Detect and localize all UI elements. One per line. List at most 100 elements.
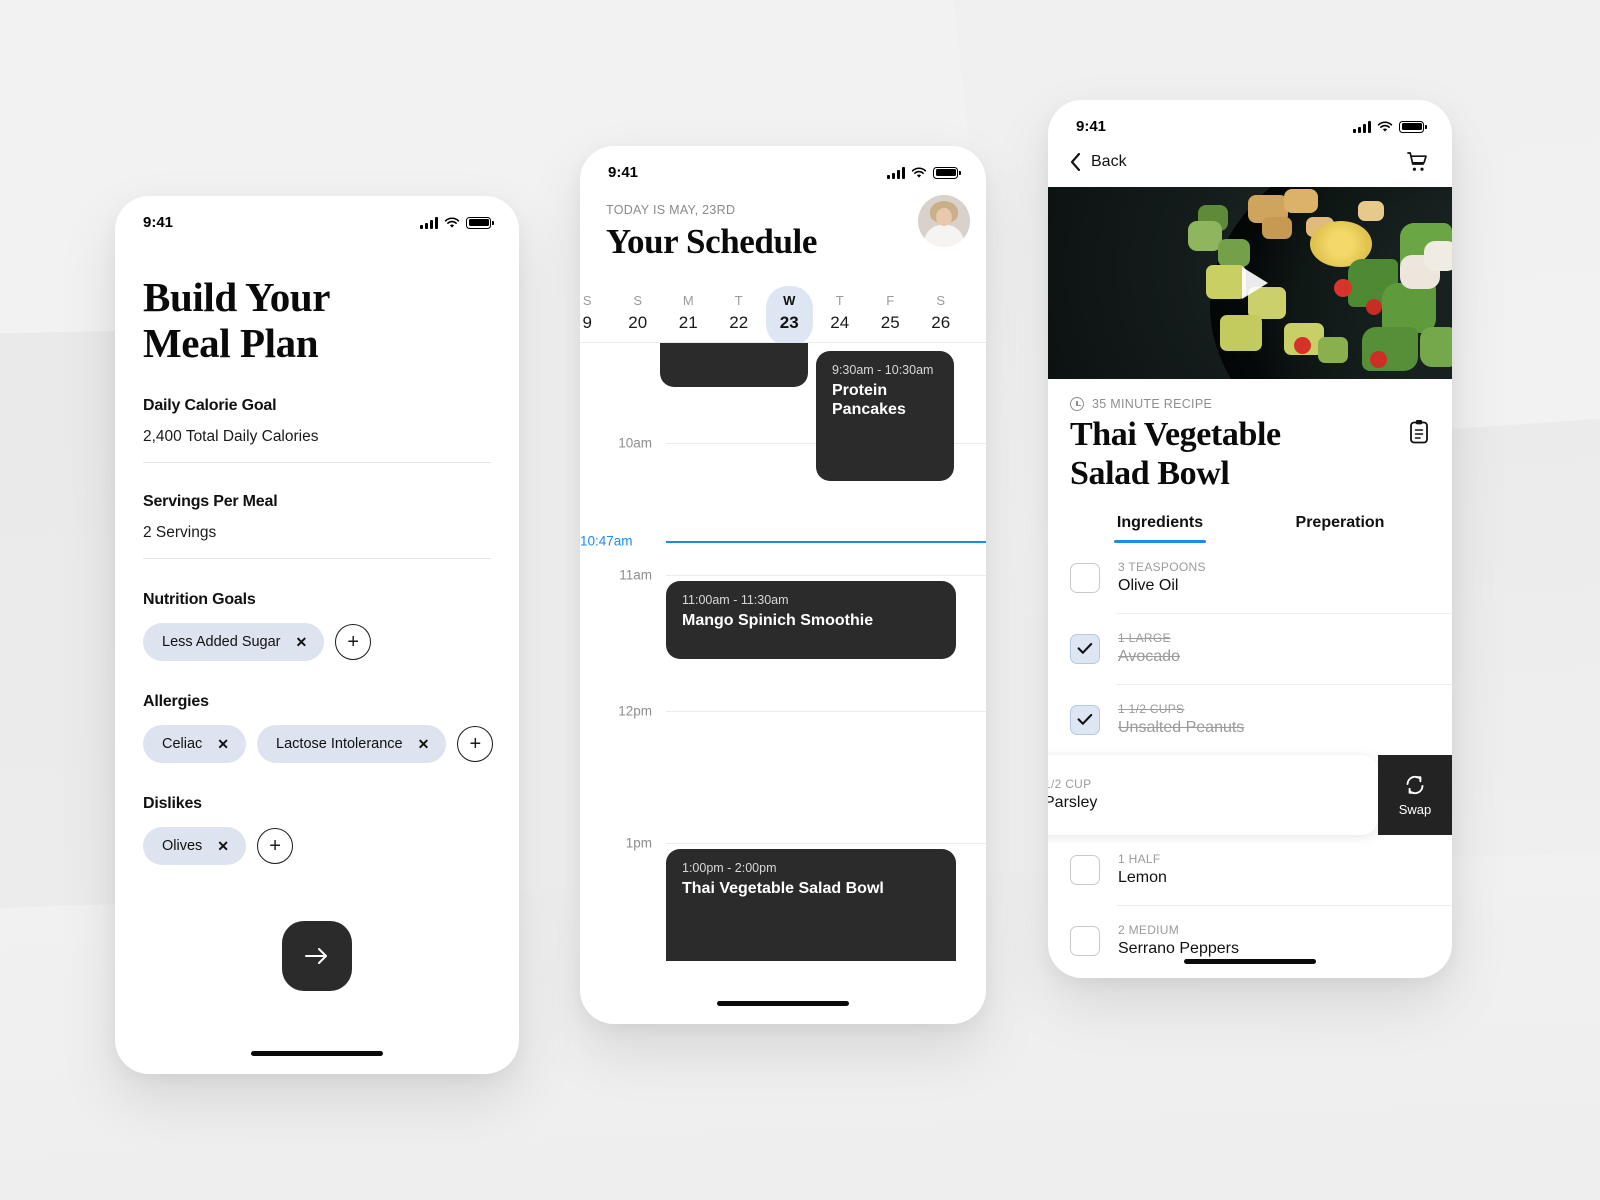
shopping-cart-icon[interactable] (1406, 151, 1428, 173)
ingredient-checkbox[interactable] (1070, 562, 1100, 593)
tab-preperation[interactable]: Preperation (1250, 514, 1430, 543)
ingredient-quantity: 2 MEDIUM (1118, 923, 1180, 937)
chip-less-added-sugar[interactable]: Less Added Sugar ✕ (143, 622, 325, 661)
ingredient-quantity: 1 HALF (1118, 852, 1161, 866)
hour-label: 11am (619, 567, 652, 583)
day-of-week: S (936, 293, 946, 308)
field-label: Daily Calorie Goal (143, 396, 277, 414)
recipe-hero-media[interactable] (1048, 187, 1452, 379)
hour-label: 12pm (618, 703, 652, 719)
chip-lactose-intolerance[interactable]: Lactose Intolerance ✕ (257, 724, 447, 763)
group-label: Allergies (143, 692, 209, 710)
swiped-ingredient-card[interactable]: 1/2 CUP Parsley (1048, 754, 1378, 835)
status-icons (1353, 120, 1427, 133)
swap-button[interactable]: Swap (1378, 754, 1452, 835)
cellular-bars-icon (887, 166, 905, 179)
arrow-right-icon (305, 947, 327, 964)
ingredient-checkbox-checked[interactable] (1070, 633, 1100, 664)
chili-piece (1294, 337, 1311, 354)
day-number: 25 (880, 313, 900, 332)
day-strip[interactable]: S 9 S 20 M 21 T 22 W 23 T 24 F 25 S 26 S… (580, 280, 986, 346)
field-label: Servings Per Meal (143, 492, 278, 510)
ingredient-row-swiped[interactable]: 1/2 CUP Parsley Swap (1048, 754, 1452, 835)
status-time: 9:41 (608, 164, 639, 181)
clipboard-icon[interactable] (1408, 419, 1430, 445)
ingredient-name: Serrano Peppers (1118, 940, 1239, 957)
food-piece (1424, 241, 1452, 271)
add-allergy-button[interactable]: + (457, 725, 494, 762)
next-button[interactable] (282, 920, 352, 991)
chili-piece (1366, 299, 1382, 315)
ingredient-checkbox-checked[interactable] (1070, 704, 1100, 735)
close-icon[interactable]: ✕ (296, 635, 308, 649)
day-cell[interactable]: S 20 (613, 286, 664, 342)
ingredient-checkbox[interactable] (1070, 854, 1100, 885)
day-number: 20 (628, 313, 648, 332)
close-icon[interactable]: ✕ (217, 737, 229, 751)
event-time: 9:30am - 10:30am (832, 363, 934, 377)
group-dislikes: Dislikes Olives ✕ + (143, 763, 491, 865)
event-card-thai-vegetable-salad-bowl[interactable]: 1:00pm - 2:00pm Thai Vegetable Salad Bow… (666, 849, 956, 961)
event-time: 1:00pm - 2:00pm (682, 861, 777, 875)
field-servings-per-meal[interactable]: Servings Per Meal 2 Servings (143, 463, 491, 559)
day-cell[interactable]: F 25 (865, 286, 916, 342)
chip-olives[interactable]: Olives ✕ (143, 826, 247, 865)
ingredient-name: Parsley (1048, 794, 1098, 811)
day-cell[interactable]: T 24 (815, 286, 866, 342)
event-card-mango-spinich-smoothie[interactable]: 11:00am - 11:30am Mango Spinich Smoothie (666, 581, 956, 659)
ingredient-row[interactable]: 1 HALF Lemon (1048, 835, 1452, 905)
status-bar: 9:41 (580, 146, 986, 181)
day-number: 21 (678, 313, 698, 332)
home-indicator (1184, 959, 1316, 964)
current-time-line (666, 541, 986, 543)
ingredient-row[interactable]: 1 LARGE Avocado (1048, 614, 1452, 684)
food-piece (1188, 221, 1222, 251)
add-nutrition-goal-button[interactable]: + (335, 623, 372, 660)
avocado-piece (1206, 265, 1246, 299)
ingredient-text: 2 MEDIUM Serrano Peppers (1118, 923, 1239, 958)
field-value: 2 Servings (143, 523, 217, 541)
event-card-partial[interactable] (660, 343, 808, 387)
day-of-week: F (886, 293, 895, 308)
close-icon[interactable]: ✕ (418, 737, 430, 751)
avatar[interactable] (918, 195, 970, 247)
chip-celiac[interactable]: Celiac ✕ (143, 724, 247, 763)
day-cell[interactable]: S 9 (580, 286, 613, 342)
add-dislike-button[interactable]: + (257, 827, 294, 864)
ingredient-name: Avocado (1118, 648, 1180, 665)
day-cell-selected[interactable]: W 23 (764, 286, 815, 346)
page-title: Build Your Meal Plan (143, 274, 331, 366)
page-title: Your Schedule (606, 222, 818, 261)
day-cell[interactable]: T 22 (714, 286, 765, 342)
chip-label: Lactose Intolerance (276, 735, 403, 752)
schedule-header: TODAY IS MAY, 23RD Your Schedule (580, 181, 986, 262)
ingredient-text: 1 1/2 CUPS Unsalted Peanuts (1118, 702, 1244, 737)
recipe-tabs[interactable]: Ingredients Preperation (1048, 494, 1452, 543)
recipe-duration: 35 MINUTE RECIPE (1070, 397, 1430, 411)
battery-full-icon (466, 216, 494, 229)
close-icon[interactable]: ✕ (217, 839, 229, 853)
tab-ingredients[interactable]: Ingredients (1070, 514, 1250, 543)
day-cell[interactable]: M 21 (663, 286, 714, 342)
ingredient-row[interactable]: 1 1/2 CUPS Unsalted Peanuts (1048, 685, 1452, 755)
day-number: 9 (582, 313, 592, 332)
ingredient-row[interactable]: 3 TEASPOONS Olive Oil (1048, 543, 1452, 613)
ingredient-checkbox[interactable] (1070, 925, 1100, 956)
cellular-bars-icon (420, 216, 438, 229)
event-card-protein-pancakes[interactable]: 9:30am - 10:30am Protein Pancakes (816, 351, 954, 481)
day-of-week: S (582, 293, 592, 308)
ingredient-row[interactable]: 2 MEDIUM Serrano Peppers (1048, 906, 1452, 976)
nav-bar: Back (1048, 135, 1452, 187)
check-icon (1077, 642, 1093, 654)
day-cell[interactable]: S 2 (966, 286, 986, 342)
timeline[interactable]: 10am 9:30am - 10:30am Protein Pancakes 1… (580, 343, 986, 961)
ingredient-text: 1 LARGE Avocado (1118, 631, 1180, 666)
avatar-body (924, 225, 964, 247)
hour-gridline (666, 575, 986, 576)
chip-label: Less Added Sugar (162, 633, 281, 650)
play-icon[interactable] (1242, 267, 1268, 299)
field-daily-calorie-goal[interactable]: Daily Calorie Goal 2,400 Total Daily Cal… (143, 367, 491, 463)
back-button[interactable]: Back (1070, 153, 1127, 171)
day-cell[interactable]: S 26 (916, 286, 967, 342)
battery-full-icon (1399, 120, 1427, 133)
